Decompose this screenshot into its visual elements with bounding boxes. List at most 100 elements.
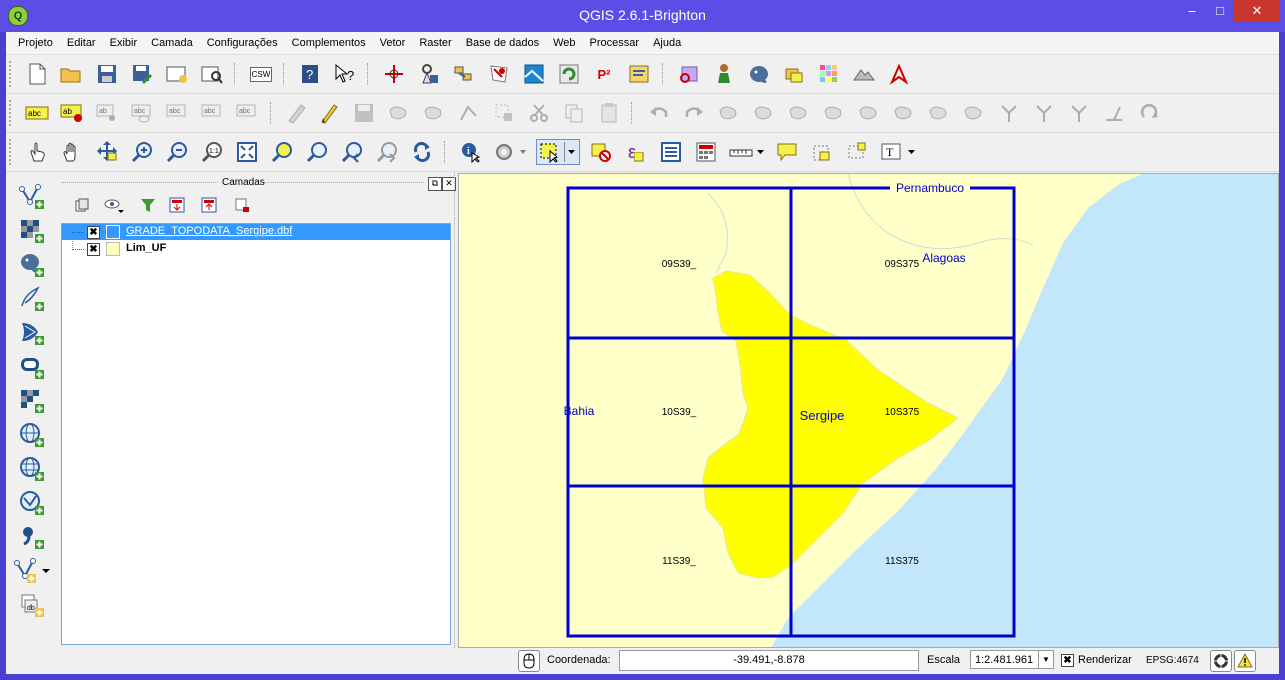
zoom-to-layer-icon[interactable] [304, 139, 330, 165]
copy-features-icon[interactable] [561, 100, 587, 126]
map-tips-icon[interactable] [774, 139, 800, 165]
composer-manager-icon[interactable] [199, 61, 225, 87]
layer-labeling-icon[interactable]: ab [59, 100, 85, 126]
delete-part-icon[interactable] [856, 100, 882, 126]
menu-base-de-dados[interactable]: Base de dados [459, 32, 546, 54]
pan-to-selection-icon[interactable] [94, 139, 120, 165]
add-raster-layer-icon[interactable] [18, 217, 46, 245]
attribute-table-icon[interactable] [658, 139, 684, 165]
split-features-icon[interactable] [961, 100, 987, 126]
new-bookmark-icon[interactable] [809, 139, 835, 165]
layer-symbol-swatch[interactable] [106, 225, 120, 239]
grid-palette-icon[interactable] [816, 61, 842, 87]
zoom-in-icon[interactable] [129, 139, 155, 165]
map-canvas[interactable]: Pernambuco Alagoas Bahia Sergipe 09S39_ … [458, 172, 1279, 648]
p2-icon[interactable]: P² [591, 61, 617, 87]
panel-grip[interactable] [62, 182, 218, 183]
georeferencer-icon[interactable] [486, 61, 512, 87]
whats-this-icon[interactable]: ? [332, 61, 358, 87]
layer-symbol-swatch[interactable] [106, 242, 120, 256]
layer-tool-icon[interactable] [781, 61, 807, 87]
layer-visibility-checkbox[interactable]: ✖ [87, 226, 100, 239]
run-feature-action-icon[interactable] [493, 139, 529, 165]
add-comma-layer-icon[interactable] [18, 523, 46, 551]
new-print-composer-icon[interactable] [164, 61, 190, 87]
crs-globe-icon[interactable] [1210, 650, 1232, 672]
add-feature-icon[interactable] [386, 100, 412, 126]
fill-ring-icon[interactable] [786, 100, 812, 126]
terrain-icon[interactable] [851, 61, 877, 87]
menu-raster[interactable]: Raster [412, 32, 458, 54]
refresh-icon[interactable] [409, 139, 435, 165]
rotate-label-icon[interactable]: abc [199, 100, 225, 126]
add-mssql-layer-icon[interactable] [18, 319, 46, 347]
open-project-icon[interactable] [58, 61, 84, 87]
offset-curve-icon[interactable] [926, 100, 952, 126]
merge-features-icon[interactable] [1031, 100, 1057, 126]
render-checkbox[interactable]: ✖ [1061, 654, 1074, 667]
add-oracle-layer-icon[interactable] [18, 353, 46, 381]
python-console-icon[interactable] [626, 61, 652, 87]
menu-processar[interactable]: Processar [583, 32, 647, 54]
menu-vetor[interactable]: Vetor [373, 32, 413, 54]
add-feature-crosshair-icon[interactable] [381, 61, 407, 87]
menu-editar[interactable]: Editar [60, 32, 103, 54]
cut-features-icon[interactable] [526, 100, 552, 126]
crs-status-label[interactable]: EPSG:4674 [1146, 655, 1199, 666]
add-vector-layer-icon[interactable] [18, 183, 46, 211]
save-as-icon[interactable] [129, 61, 155, 87]
menu-configuracoes[interactable]: Configurações [200, 32, 285, 54]
pan-map-icon[interactable] [59, 139, 85, 165]
toggle-editing-icon[interactable] [316, 100, 342, 126]
merge-attributes-icon[interactable] [1066, 100, 1092, 126]
menu-ajuda[interactable]: Ajuda [646, 32, 688, 54]
coordinate-field[interactable]: -39.491,-8.878 [619, 650, 919, 671]
menu-web[interactable]: Web [546, 32, 582, 54]
zoom-to-selection-icon[interactable] [269, 139, 295, 165]
remove-layer-icon[interactable] [232, 195, 252, 215]
paste-features-icon[interactable] [596, 100, 622, 126]
add-group-icon[interactable] [72, 195, 92, 215]
move-label-icon[interactable]: abc [164, 100, 190, 126]
help-icon[interactable]: ? [297, 61, 323, 87]
node-tool-icon[interactable] [456, 100, 482, 126]
gps-tool-icon[interactable] [416, 61, 442, 87]
zoom-next-icon[interactable] [374, 139, 400, 165]
split-parts-icon[interactable] [996, 100, 1022, 126]
redo-icon[interactable] [681, 100, 707, 126]
refresh-plugin-icon[interactable] [556, 61, 582, 87]
save-project-icon[interactable] [94, 61, 120, 87]
add-wms-layer-icon[interactable] [18, 421, 46, 449]
reshape-features-icon[interactable] [891, 100, 917, 126]
expand-all-icon[interactable] [168, 195, 188, 215]
move-feature-icon[interactable] [421, 100, 447, 126]
chevron-down-icon[interactable]: ▼ [1038, 651, 1053, 668]
float-panel-button[interactable]: ⧉ [428, 177, 442, 191]
toolbar-grip[interactable] [9, 139, 15, 165]
layer-row-grade-topodata[interactable]: ✖ GRADE_TOPODATA_Sergipe.dbf [62, 224, 450, 240]
toolbar-grip[interactable] [9, 61, 15, 87]
add-wfs-layer-icon[interactable] [18, 455, 46, 483]
add-delimited-text-layer-icon[interactable] [18, 489, 46, 517]
scale-combobox[interactable]: 1:2.481.961 ▼ [970, 650, 1054, 669]
messages-warning-icon[interactable] [1234, 650, 1256, 672]
zoom-full-icon[interactable] [234, 139, 260, 165]
identify-features-icon[interactable]: i [458, 139, 484, 165]
add-spatialite-layer-icon[interactable] [18, 285, 46, 313]
new-shapefile-layer-icon[interactable] [14, 557, 54, 585]
toggle-extents-mouse-icon[interactable] [518, 650, 540, 672]
close-button[interactable]: ✕ [1234, 0, 1280, 22]
zoom-native-resolution-icon[interactable]: 1:1 [199, 139, 225, 165]
deselect-features-icon[interactable] [588, 139, 614, 165]
add-ring-icon[interactable] [716, 100, 742, 126]
add-wcs-layer-icon[interactable] [18, 387, 46, 415]
postgis-elephant-icon[interactable] [746, 61, 772, 87]
panel-grip[interactable] [264, 182, 424, 183]
undo-icon[interactable] [646, 100, 672, 126]
layer-row-lim-uf[interactable]: ✖ Lim_UF [62, 241, 450, 257]
coordinate-capture-icon[interactable] [676, 61, 702, 87]
rotate-point-symbols-icon[interactable] [1101, 100, 1127, 126]
manage-visibility-icon[interactable] [104, 195, 124, 215]
change-label-icon[interactable]: abc [234, 100, 260, 126]
menu-projeto[interactable]: Projeto [6, 32, 60, 54]
